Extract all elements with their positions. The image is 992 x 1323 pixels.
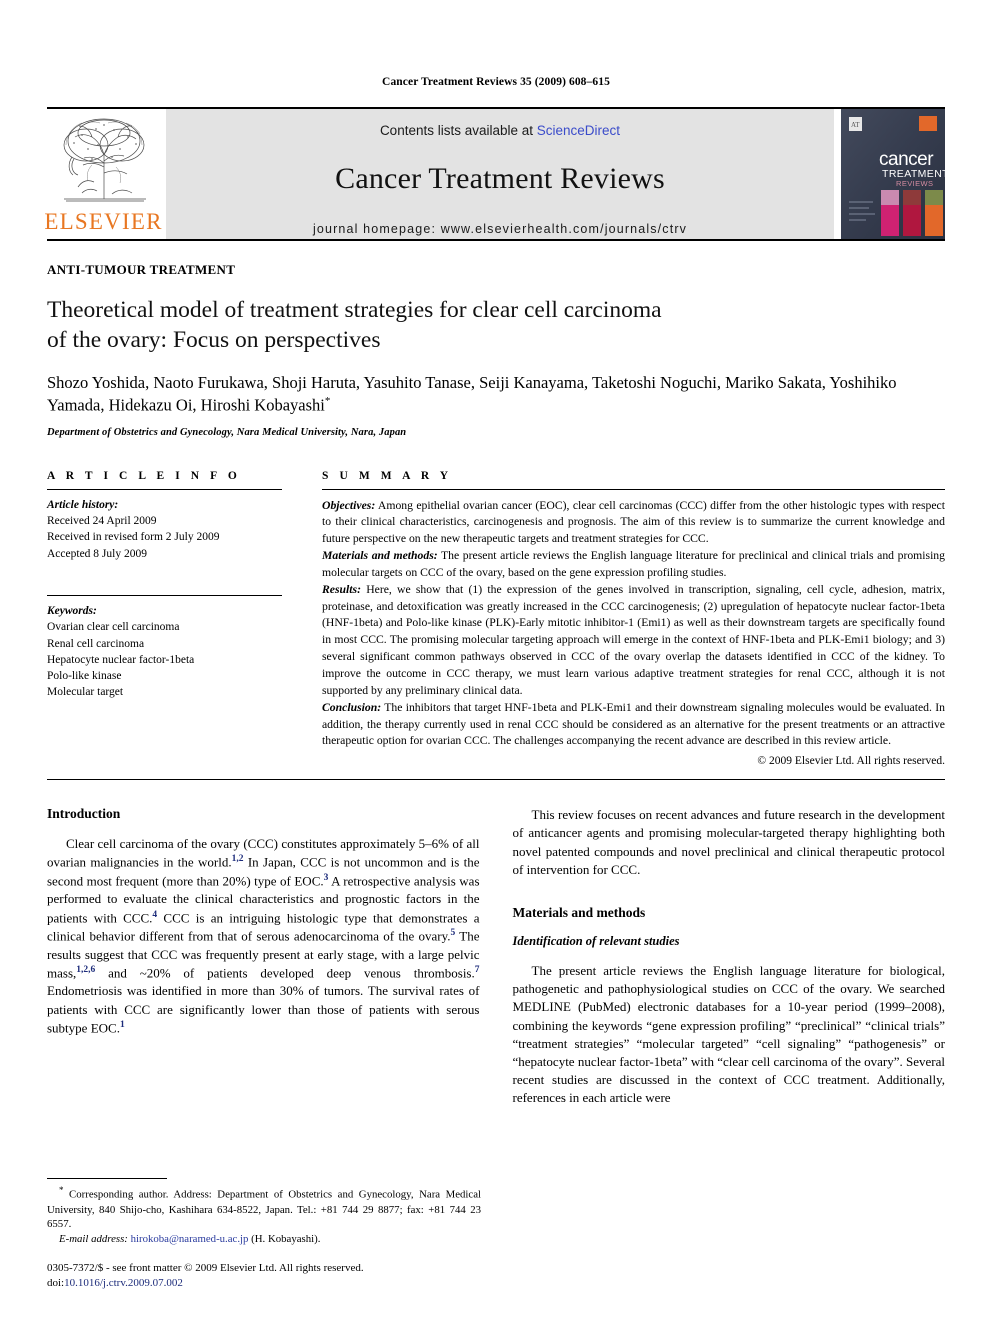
elsevier-tree-icon [63,118,146,202]
history-item: Accepted 8 July 2009 [47,547,147,560]
corresponding-details: Corresponding author. Address: Departmen… [47,1189,481,1231]
info-summary-section: A R T I C L E I N F O Article history: R… [47,469,945,768]
summary-heading: S U M M A R Y [322,469,453,482]
issn-line: 0305-7372/$ - see front matter © 2009 El… [47,1262,364,1275]
summary-results-text: Here, we show that (1) the expression of… [322,582,945,697]
journal-masthead: ELSEVIER Contents lists available at Sci… [44,107,945,239]
summary-copyright: © 2009 Elsevier Ltd. All rights reserved… [757,755,945,768]
article-title-line1: Theoretical model of treatment strategie… [47,297,662,323]
sciencedirect-link[interactable]: ScienceDirect [537,123,620,138]
article-info-heading: A R T I C L E I N F O [47,469,241,482]
issn-copyright-block: 0305-7372/$ - see front matter © 2009 El… [47,1261,481,1291]
keywords-block: Keywords: Ovarian clear cell carcinoma R… [47,603,282,701]
masthead-divider [47,239,945,241]
summary-materials: Materials and methods: The present artic… [322,548,945,582]
summary-objectives: Objectives: Among epithelial ovarian can… [322,498,945,549]
svg-text:REVIEWS: REVIEWS [896,179,933,188]
email-label: E-mail address: [59,1232,128,1245]
summary-column: S U M M A R Y Objectives: Among epitheli… [322,469,945,768]
body-columns: Introduction Clear cell carcinoma of the… [47,806,945,1119]
elsevier-wordmark: ELSEVIER [44,209,163,234]
doi-line: doi:10.1016/j.ctrv.2009.07.002 [47,1276,481,1291]
citation-ref[interactable]: 7 [475,965,480,975]
keywords-label: Keywords: [47,604,97,617]
keyword-item: Hepatocyte nuclear factor-1beta [47,653,195,666]
page-title: Theoretical model of treatment strategie… [47,295,945,355]
citation-ref[interactable]: 1,2,6 [76,965,95,975]
svg-text:AT: AT [851,121,860,129]
review-focus-paragraph: This review focuses on recent advances a… [512,807,946,877]
introduction-heading: Introduction [47,806,121,822]
journal-title: Cancer Treatment Reviews [335,162,665,195]
corresponding-author-text: * Corresponding author. Address: Departm… [47,1184,481,1231]
doi-link[interactable]: 10.1016/j.ctrv.2009.07.002 [64,1277,183,1289]
author-list: Shozo Yoshida, Naoto Furukawa, Shoji Har… [47,372,945,416]
email-suffix: (H. Kobayashi). [248,1232,321,1245]
journal-cover-art: AT cancer TREATMENT REVIEWS [841,109,945,239]
intro-text-g: Endometriosis was identified in more tha… [47,983,480,1036]
elsevier-logo: ELSEVIER [44,109,163,239]
article-info-rule [47,488,282,490]
masthead-center-panel: Contents lists available at ScienceDirec… [166,109,834,239]
intro-text-f: and ~20% of patients developed deep veno… [95,965,475,981]
summary-results-label: Results: [322,582,361,596]
article-title-line2: of the ovary: Focus on perspectives [47,327,381,354]
summary-conclusion-label: Conclusion: [322,700,382,714]
email-link[interactable]: hirokoba@naramed-u.ac.jp [131,1233,249,1245]
contents-lists-prefix: Contents lists available at [379,123,537,138]
keyword-item: Polo-like kinase [47,670,122,683]
history-item: Received 24 April 2009 [47,514,157,527]
running-head: Cancer Treatment Reviews 35 (2009) 608–6… [382,76,610,88]
summary-materials-label: Materials and methods: [322,549,438,563]
contents-lists-line: Contents lists available at ScienceDirec… [380,123,620,138]
keyword-item: Molecular target [47,686,124,699]
summary-results: Results: Here, we show that (1) the expr… [322,582,945,700]
materials-and-methods-heading: Materials and methods [512,904,646,920]
summary-body: Objectives: Among epithelial ovarian can… [322,498,945,751]
identification-paragraph: The present article reviews the English … [512,962,946,1106]
footnote-divider [47,1178,167,1180]
svg-text:cancer: cancer [879,149,934,170]
journal-homepage-link[interactable]: journal homepage: www.elsevierhealth.com… [313,222,687,236]
right-body-column: This review focuses on recent advances a… [513,806,946,1119]
citation-ref[interactable]: 1,2 [232,854,244,864]
section-kicker: ANTI-TUMOUR TREATMENT [47,262,236,277]
summary-rule [322,488,945,490]
email-line: E-mail address: hirokoba@naramed-u.ac.jp… [47,1232,481,1247]
doi-label: doi: [47,1277,65,1290]
summary-conclusion-text: The inhibitors that target HNF-1beta and… [322,700,945,748]
footnote-block: * Corresponding author. Address: Departm… [47,1178,481,1291]
citation-ref[interactable]: 1 [120,1020,125,1030]
left-body-column: Introduction Clear cell carcinoma of the… [47,806,480,1119]
journal-cover-thumbnail: AT cancer TREATMENT REVIEWS [841,109,945,239]
introduction-paragraph: Clear cell carcinoma of the ovary (CCC) … [47,835,480,1037]
keywords-rule [47,594,282,596]
summary-objectives-label: Objectives: [322,498,376,512]
keyword-item: Renal cell carcinoma [47,637,145,650]
summary-bottom-rule [47,779,945,781]
history-item: Received in revised form 2 July 2009 [47,531,220,544]
corresponding-author-note: * Corresponding author. Address: Departm… [47,1184,481,1246]
summary-conclusion: Conclusion: The inhibitors that target H… [322,700,945,751]
journal-article-page: Cancer Treatment Reviews 35 (2009) 608–6… [0,0,992,1323]
affiliation: Department of Obstetrics and Gynecology,… [47,426,407,438]
article-history-block: Article history: Received 24 April 2009 … [47,497,282,562]
corresponding-author-marker: * [324,395,331,408]
author-names: Shozo Yoshida, Naoto Furukawa, Shoji Har… [47,373,897,415]
keyword-item: Ovarian clear cell carcinoma [47,621,180,634]
article-history-label: Article history: [47,498,119,511]
article-info-column: A R T I C L E I N F O Article history: R… [47,470,282,768]
identification-subheading: Identification of relevant studies [512,933,680,948]
summary-objectives-text: Among epithelial ovarian cancer (EOC), c… [322,498,945,546]
